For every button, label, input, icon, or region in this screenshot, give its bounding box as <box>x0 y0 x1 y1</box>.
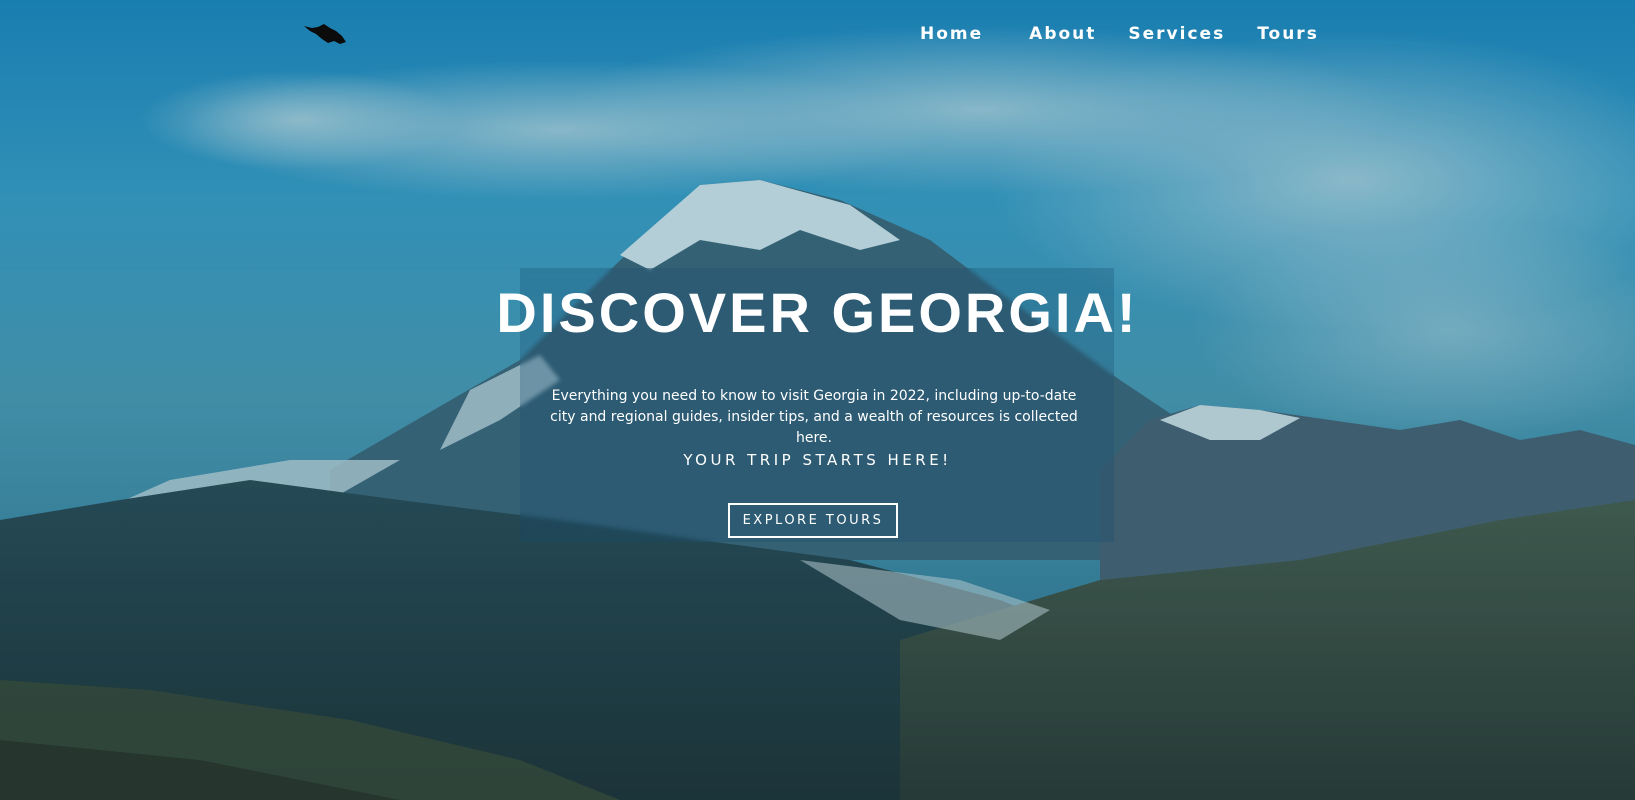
nav-links: Home About Services Tours <box>920 24 1351 44</box>
explore-tours-button[interactable]: EXPLORE TOURS <box>728 503 898 538</box>
hero-section: Home About Services Tours DISCOVER GEORG… <box>0 0 1635 800</box>
hero-headline: DISCOVER GEORGIA! <box>496 281 1139 344</box>
top-navigation: Home About Services Tours <box>0 12 1635 48</box>
nav-about-link[interactable]: About <box>1029 24 1096 44</box>
georgia-map-icon[interactable] <box>302 22 348 48</box>
nav-services-link[interactable]: Services <box>1128 24 1225 44</box>
hero-tagline: YOUR TRIP STARTS HERE! <box>683 451 952 469</box>
hero-subtitle: Everything you need to know to visit Geo… <box>550 388 1078 446</box>
nav-tours-link[interactable]: Tours <box>1257 24 1319 44</box>
nav-home-link[interactable]: Home <box>920 24 983 44</box>
